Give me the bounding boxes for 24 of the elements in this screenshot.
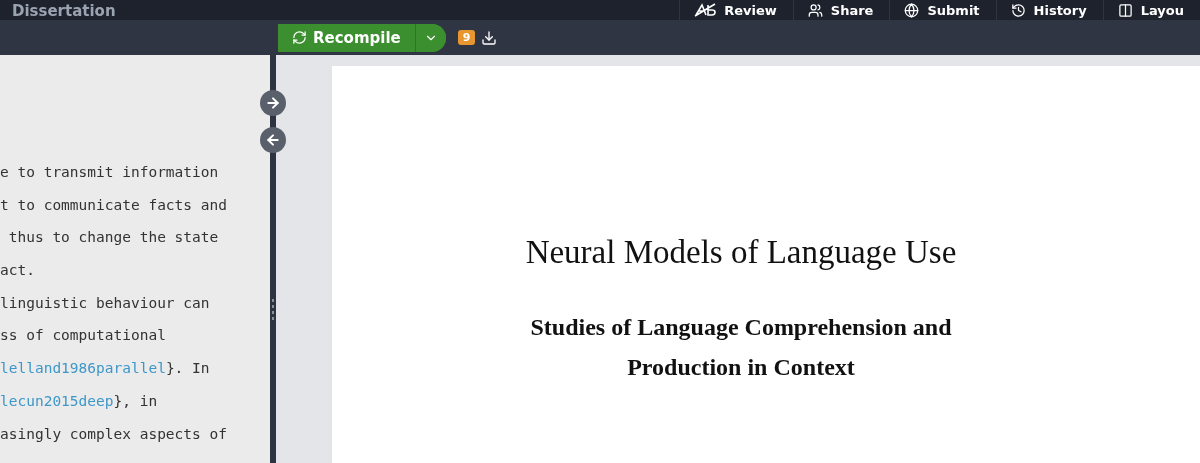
code-line: e to transmit information [0, 163, 220, 182]
project-title: Dissertation [11, 2, 116, 20]
recompile-options-button[interactable] [414, 23, 446, 52]
arrow-right-icon [265, 95, 281, 111]
resize-handle[interactable] [272, 299, 274, 321]
code-line: t to communicate facts and [0, 195, 228, 215]
code-line: asingly complex aspects of [0, 424, 228, 444]
history-icon [1010, 2, 1026, 18]
arrow-left-icon [265, 132, 281, 148]
code-line: act. [0, 261, 36, 281]
document-subtitle: Production in Context [627, 353, 855, 382]
document-title: Neural Models of Language Use [525, 234, 957, 271]
layout-icon [1117, 2, 1133, 18]
submit-icon [904, 2, 920, 18]
code-line: linguistic behaviour can [0, 293, 211, 313]
code-line: ss of computational [0, 326, 167, 346]
code-line: thus to change the state [7, 228, 220, 248]
refresh-icon [292, 30, 307, 45]
review-icon [694, 3, 717, 17]
code-line: lecun2015deep}, in [0, 391, 159, 411]
code-line: lelland1986parallel}. In [0, 359, 211, 379]
download-icon[interactable] [481, 29, 498, 46]
share-icon [807, 2, 823, 18]
document-subtitle: Studies of Language Comprehension and [530, 313, 952, 342]
